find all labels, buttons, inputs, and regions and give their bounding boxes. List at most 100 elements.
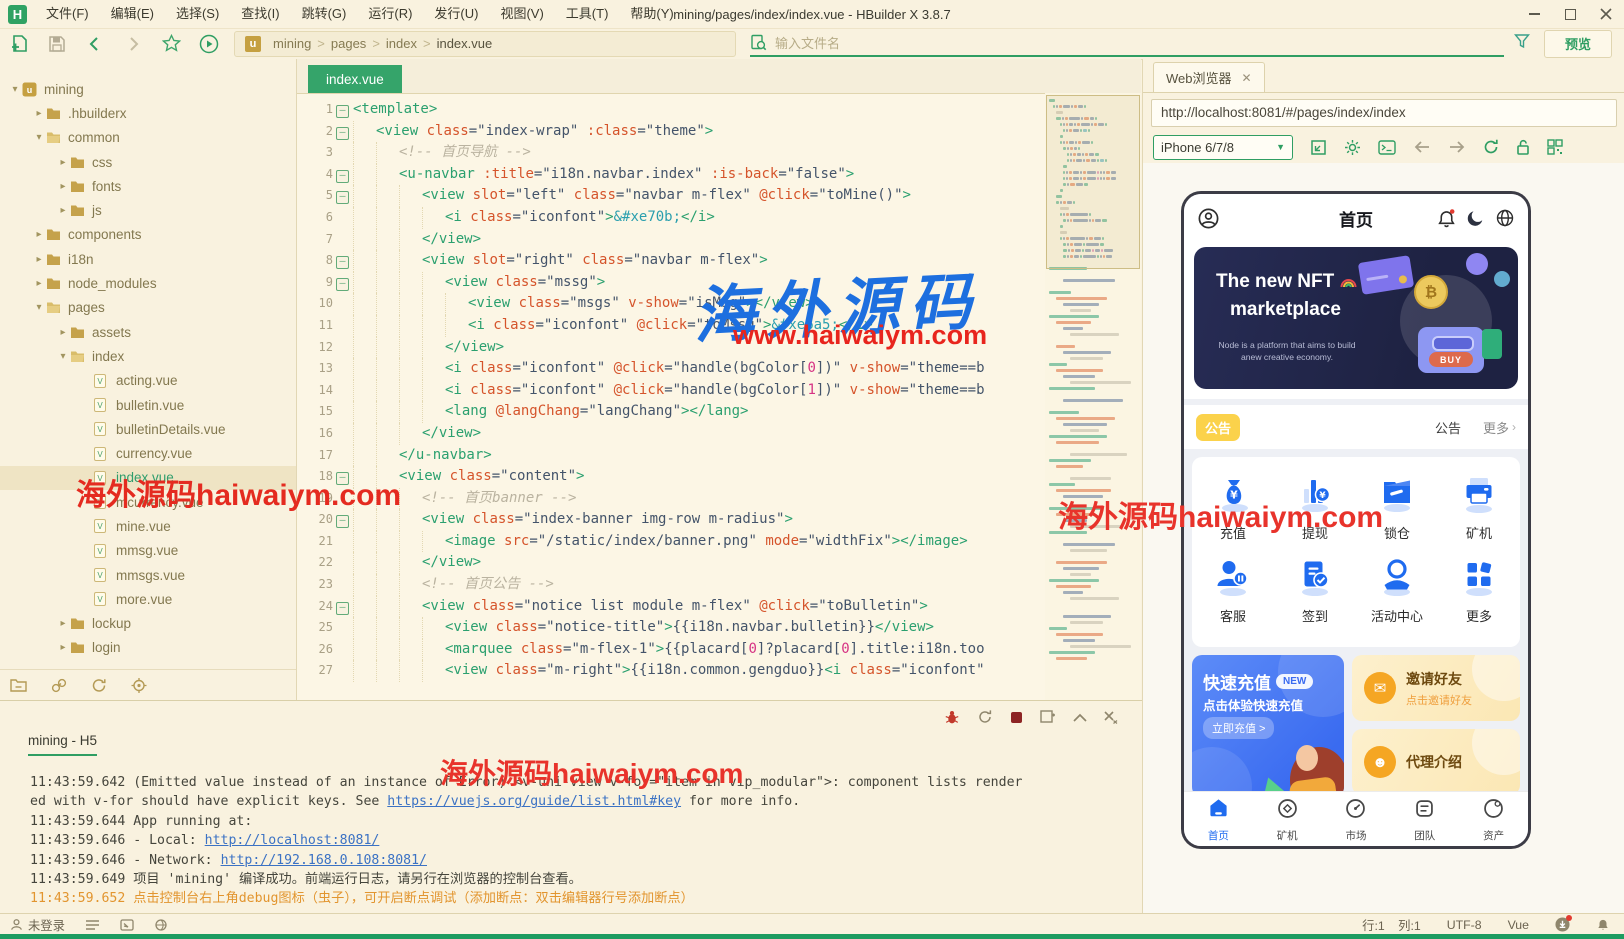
line-number[interactable]: 11	[297, 315, 336, 337]
line-number[interactable]: 8	[297, 250, 336, 272]
line-number[interactable]: 15	[297, 401, 336, 423]
tree-item-lockup[interactable]: ▸lockup	[0, 612, 296, 636]
unlock-icon[interactable]	[1516, 139, 1530, 155]
tree-item-components[interactable]: ▸components	[0, 223, 296, 247]
file-search-box[interactable]: 输入文件名	[750, 31, 1504, 57]
tree-item-node_modules[interactable]: ▸node_modules	[0, 271, 296, 295]
refresh-icon[interactable]	[1483, 139, 1499, 155]
code-line[interactable]: 6<i class="iconfont">&#xe70b;</i>	[297, 207, 1045, 229]
code-line[interactable]: 24–<view class="notice list module m-fle…	[297, 596, 1045, 618]
minimap[interactable]	[1045, 93, 1141, 700]
refresh-tree-icon[interactable]	[91, 678, 107, 693]
menu-item[interactable]: 查找(I)	[230, 0, 290, 28]
nav-forward-icon[interactable]	[1448, 140, 1466, 154]
line-number[interactable]: 17	[297, 445, 336, 467]
device-selector[interactable]: iPhone 6/7/8 ▼	[1153, 135, 1293, 160]
tree-item-index-vue[interactable]: Vindex.vue	[0, 466, 296, 490]
detach-window-icon[interactable]	[1040, 710, 1056, 724]
profile-icon[interactable]	[1197, 207, 1220, 230]
save-button[interactable]	[38, 31, 76, 57]
code-line[interactable]: 23<!-- 首页公告 -->	[297, 574, 1045, 596]
notifications-bell-icon[interactable]	[1596, 917, 1610, 932]
buy-button[interactable]: BUY	[1429, 352, 1473, 367]
chevron-collapsed-icon[interactable]: ▸	[56, 642, 70, 653]
line-number[interactable]: 27	[297, 660, 336, 682]
language-mode[interactable]: Vue	[1508, 918, 1529, 932]
preview-button[interactable]: 预览	[1544, 30, 1612, 58]
code-line[interactable]: 14<i class="iconfont" @click="handle(bgC…	[297, 380, 1045, 402]
chevron-collapsed-icon[interactable]: ▸	[56, 157, 70, 168]
fold-marker[interactable]: –	[336, 185, 353, 207]
tab-market[interactable]: 市场	[1322, 792, 1391, 846]
link-file-icon[interactable]	[51, 678, 67, 693]
collapse-panel-icon[interactable]	[1073, 713, 1087, 722]
web-status-icon[interactable]	[154, 919, 168, 931]
invite-friends-card[interactable]: ✉ 邀请好友 点击邀请好友	[1352, 655, 1520, 721]
code-line[interactable]: 27<view class="m-right">{{i18n.common.ge…	[297, 660, 1045, 682]
login-status[interactable]: 未登录	[10, 916, 65, 934]
tree-item-login[interactable]: ▸login	[0, 636, 296, 660]
line-number[interactable]: 13	[297, 358, 336, 380]
stop-icon[interactable]	[1010, 711, 1023, 724]
browser-tab-close-icon[interactable]: ✕	[1242, 71, 1252, 85]
code-line[interactable]: 15<lang @langChang="langChang"></lang>	[297, 401, 1045, 423]
url-input[interactable]: http://localhost:8081/#/pages/index/inde…	[1151, 99, 1617, 127]
chevron-collapsed-icon[interactable]: ▸	[32, 108, 46, 119]
chevron-collapsed-icon[interactable]: ▸	[32, 278, 46, 289]
line-number[interactable]: 7	[297, 229, 336, 251]
line-number[interactable]: 5	[297, 185, 336, 207]
tree-item--hbuilderx[interactable]: ▸.hbuilderx	[0, 101, 296, 125]
debug-bug-icon[interactable]	[944, 709, 960, 725]
line-number[interactable]: 20	[297, 509, 336, 531]
editor-tab-active[interactable]: index.vue	[308, 65, 402, 93]
favorite-button[interactable]	[152, 31, 190, 57]
fold-marker[interactable]: –	[336, 596, 353, 618]
moon-icon[interactable]	[1466, 208, 1486, 228]
menu-item[interactable]: 发行(U)	[423, 0, 489, 28]
close-button[interactable]	[1588, 0, 1624, 28]
code-line[interactable]: 10<view class="msgs" v-show="isMsg"></vi…	[297, 293, 1045, 315]
close-console-icon[interactable]	[1104, 711, 1118, 724]
line-number[interactable]: 2	[297, 121, 336, 143]
fold-marker[interactable]: –	[336, 99, 353, 121]
rerun-icon[interactable]	[977, 709, 993, 725]
notice-row[interactable]: 公告 公告 更多 ›	[1184, 405, 1528, 449]
tree-item-pages[interactable]: ▾pages	[0, 296, 296, 320]
line-number[interactable]: 10	[297, 293, 336, 315]
nft-banner[interactable]: The new NFT marketplace Node is a platfo…	[1194, 247, 1518, 389]
feature-miner[interactable]: 矿机	[1438, 471, 1520, 542]
tree-item-mmsg-vue[interactable]: Vmmsg.vue	[0, 539, 296, 563]
nav-back-icon[interactable]	[1413, 140, 1431, 154]
minimize-button[interactable]	[1516, 0, 1552, 28]
line-number[interactable]: 1	[297, 99, 336, 121]
line-number[interactable]: 14	[297, 380, 336, 402]
tree-item-currency-vue[interactable]: Vcurrency.vue	[0, 441, 296, 465]
forward-button[interactable]	[114, 31, 152, 57]
line-number[interactable]: 21	[297, 531, 336, 553]
menu-item[interactable]: 选择(S)	[165, 0, 230, 28]
code-line[interactable]: 19<!-- 首页banner -->	[297, 488, 1045, 510]
chevron-collapsed-icon[interactable]: ▸	[56, 181, 70, 192]
locate-file-icon[interactable]	[131, 678, 147, 693]
browser-tab[interactable]: Web浏览器 ✕	[1153, 62, 1265, 92]
minimap-viewport[interactable]	[1046, 95, 1140, 269]
fold-marker[interactable]: –	[336, 509, 353, 531]
fold-marker[interactable]: –	[336, 121, 353, 143]
feature-more[interactable]: 更多	[1438, 554, 1520, 625]
tab-team[interactable]: 团队	[1390, 792, 1459, 846]
tree-item-fonts[interactable]: ▸fonts	[0, 174, 296, 198]
feature-service[interactable]: 客服	[1192, 554, 1274, 625]
feature-lock[interactable]: 锁仓	[1356, 471, 1438, 542]
code-line[interactable]: 13<i class="iconfont" @click="handle(bgC…	[297, 358, 1045, 380]
tree-item-more-vue[interactable]: Vmore.vue	[0, 587, 296, 611]
breadcrumb-item[interactable]: index.vue	[437, 36, 493, 51]
chevron-expanded-icon[interactable]: ▾	[56, 351, 70, 362]
line-number[interactable]: 26	[297, 639, 336, 661]
breadcrumb-item[interactable]: index	[386, 36, 417, 51]
fold-marker[interactable]: –	[336, 272, 353, 294]
menu-item[interactable]: 文件(F)	[35, 0, 100, 28]
console-tab[interactable]: mining - H5	[28, 733, 97, 756]
gear-icon[interactable]	[1344, 139, 1361, 156]
tree-item-index[interactable]: ▾index	[0, 344, 296, 368]
code-line[interactable]: 20–<view class="index-banner img-row m-r…	[297, 509, 1045, 531]
